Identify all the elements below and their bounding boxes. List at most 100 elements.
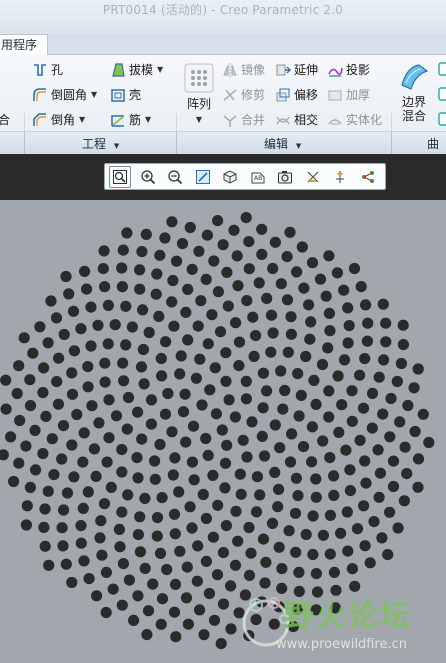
pattern-hole [230,505,242,517]
ribbon-item-blend-partial[interactable]: 混合 [0,111,10,128]
thicken-icon [327,87,343,103]
pattern-hole [20,440,32,452]
hole-button[interactable]: 孔 [32,61,63,78]
draft-button[interactable]: 拔模 ▼ [110,61,163,78]
chamfer-button[interactable]: 倒角 ▼ [32,111,85,128]
pattern-hole [193,245,205,257]
pattern-hole [395,357,407,370]
pattern-hole [354,369,366,381]
pattern-hole [66,367,78,379]
round-icon [32,87,48,103]
pattern-hole [259,577,271,589]
pattern-hole [378,354,390,366]
pattern-hole [182,618,194,630]
pattern-hole [68,471,80,483]
pattern-hole [186,522,198,534]
pattern-hole [181,561,193,573]
datum-display-button[interactable] [302,166,324,188]
pattern-hole [177,406,190,418]
mirror-button[interactable]: 镜像 [222,61,265,78]
surface-partial-icon-1[interactable] [438,61,446,77]
pattern-hole [331,267,343,279]
zoom-out-button[interactable] [164,166,186,188]
round-label: 倒圆角 [51,88,88,102]
intersect-button[interactable]: 相交 [275,111,318,128]
pattern-hole [304,333,316,345]
pattern-hole [306,421,318,433]
csys-display-button[interactable] [357,166,379,188]
pattern-hole [79,265,91,277]
pattern-hole [220,375,232,387]
intersect-label: 相交 [294,113,319,127]
pattern-hole [328,470,340,482]
pattern-hole [91,590,103,602]
offset-button[interactable]: 偏移 [275,86,318,103]
extend-button[interactable]: 延伸 [275,61,318,78]
pattern-hole [0,374,12,386]
round-button[interactable]: 倒圆角 ▼ [32,86,97,103]
pattern-hole [21,500,33,512]
pattern-hole [257,402,269,414]
solidify-button[interactable]: 实体化 [327,111,382,128]
pattern-hole [100,606,112,619]
pattern-hole [257,367,269,379]
trim-button[interactable]: 修剪 [222,86,265,103]
repaint-button[interactable] [192,166,214,188]
surface-icon [438,111,446,127]
pattern-hole [82,381,94,393]
pattern-hole [37,448,49,460]
saved-views-button[interactable] [274,166,296,188]
shell-button[interactable]: 壳 [110,86,141,103]
pattern-hole [247,311,259,323]
pattern-hole [248,350,260,362]
pattern-hole [40,410,52,422]
pattern-hole [29,424,41,436]
pattern-hole [154,438,166,451]
spin-center-button[interactable] [329,166,351,188]
pattern-hole [109,319,121,331]
chevron-down-icon: ▼ [91,90,98,99]
rib-button[interactable]: 筋 ▼ [110,111,151,128]
pattern-hole [120,339,132,351]
pattern-hole [240,212,252,224]
group-editing[interactable]: 编辑 ▼ [264,135,301,152]
pattern-hole [217,598,230,610]
pattern-hole [117,558,129,570]
thicken-button[interactable]: 加厚 [327,86,370,103]
boundary-blend-button[interactable]: 边界 混合 [396,61,432,123]
pattern-hole [377,408,389,420]
pattern-hole [342,302,354,314]
pattern-hole [306,456,318,468]
pattern-hole [358,500,370,512]
refit-button[interactable] [109,165,131,188]
surface-partial-icon-2[interactable] [438,86,446,102]
pattern-hole [373,371,385,383]
view-manager-button[interactable]: AB [247,166,269,188]
pattern-hole [149,455,161,467]
display-style-button[interactable] [219,166,241,188]
pattern-hole [412,453,425,465]
pattern-hole [384,431,396,443]
pattern-hole [167,469,179,481]
pattern-hole [234,468,246,480]
pattern-hole [314,273,327,285]
pattern-button[interactable]: 阵列 ▼ [182,63,216,127]
project-label: 投影 [346,63,371,77]
pattern-hole [151,512,164,524]
group-engineering[interactable]: 工程 ▼ [82,135,119,152]
surface-partial-icon-3[interactable] [438,111,446,127]
pattern-hole [43,559,55,571]
pattern-hole [116,599,128,611]
tab-applications[interactable]: 用程序 [0,34,49,55]
merge-button[interactable]: 合并 [222,111,265,128]
pattern-hole [274,442,286,454]
project-button[interactable]: 投影 [327,61,370,78]
pattern-hole [243,236,255,248]
pattern-hole [58,504,70,516]
pattern-hole [273,483,285,495]
project-icon [327,62,343,78]
pattern-hole [231,250,243,262]
chevron-down-icon: ▼ [195,115,203,124]
pattern-hole [174,545,186,557]
zoom-in-button[interactable] [137,166,159,188]
